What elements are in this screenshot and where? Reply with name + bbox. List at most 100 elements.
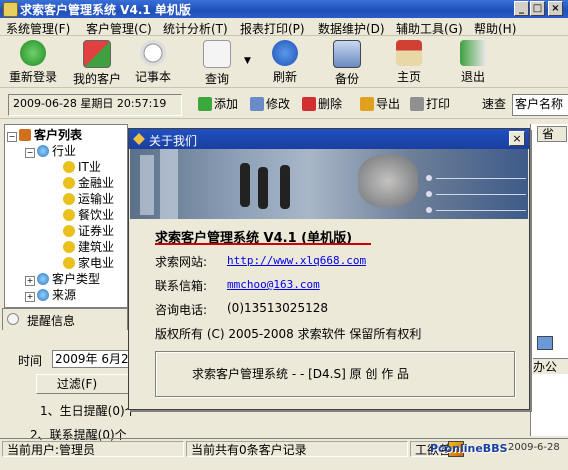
status-date-fragment: 2009-6-28 xyxy=(508,442,560,453)
bullet-icon xyxy=(426,207,432,213)
clock-icon xyxy=(7,313,19,325)
tree-item-construction[interactable]: 建筑业 xyxy=(63,239,114,255)
maximize-button[interactable]: □ xyxy=(530,1,545,16)
edit-icon xyxy=(250,97,264,111)
tree-item-finance[interactable]: 金融业 xyxy=(63,175,114,191)
filter-button[interactable]: 过滤(F) xyxy=(36,374,130,394)
add-button[interactable]: 添加 xyxy=(198,95,238,113)
tree-item-securities[interactable]: 证券业 xyxy=(63,223,114,239)
email-link[interactable]: mmchoo@163.com xyxy=(227,278,320,291)
tree-source[interactable]: + 来源 xyxy=(25,287,76,303)
banner-building xyxy=(160,149,178,219)
window-title: 求索客户管理系统 V4.1 单机版 xyxy=(20,3,191,17)
backup-label: 备份 xyxy=(334,72,359,86)
banner-line xyxy=(436,178,526,179)
phone-label: 咨询电话: xyxy=(155,303,208,317)
export-label: 导出 xyxy=(376,97,401,111)
copyright-text: 版权所有 (C) 2005-2008 求索软件 保留所有权利 xyxy=(155,327,422,341)
tree-customer-type-label: 客户类型 xyxy=(52,272,101,286)
query-label: 查询 xyxy=(204,72,229,86)
menu-report[interactable]: 报表打印(P) xyxy=(240,20,305,37)
expand-icon[interactable]: + xyxy=(25,276,35,286)
reminder-panel: 时间 2009年 6月28 过滤(F) 1、生日提醒(0)个 2、联系提醒(0)… xyxy=(2,330,137,442)
user-icon xyxy=(63,193,75,205)
dialog-close-button[interactable]: × xyxy=(509,131,525,146)
tree-item-label: 家电业 xyxy=(78,256,115,270)
refresh-icon xyxy=(272,40,298,66)
query-icon xyxy=(203,40,231,68)
website-link[interactable]: http://www.xlq668.com xyxy=(227,254,366,267)
minimize-button[interactable]: _ xyxy=(514,1,529,16)
my-customers-label: 我的客户 xyxy=(72,72,121,86)
delete-label: 删除 xyxy=(318,97,343,111)
notebook-label: 记事本 xyxy=(134,70,171,84)
edit-button[interactable]: 修改 xyxy=(250,95,290,113)
quick-search-select[interactable]: 客户名称 xyxy=(512,94,568,116)
reminder-tab[interactable]: 提醒信息 xyxy=(2,308,128,330)
menu-help[interactable]: 帮助(H) xyxy=(474,20,516,37)
user-icon xyxy=(63,161,75,173)
user-icon xyxy=(63,225,75,237)
status-user: 当前用户:管理员 xyxy=(2,441,184,457)
tree-item-label: IT业 xyxy=(78,160,101,174)
backup-icon xyxy=(333,40,361,68)
about-banner xyxy=(130,149,528,219)
backup-button[interactable]: 备份 xyxy=(320,38,374,86)
home-button[interactable]: 主页 xyxy=(382,38,436,86)
relogin-label: 重新登录 xyxy=(8,70,57,84)
home-label: 主页 xyxy=(396,70,421,84)
delete-button[interactable]: 删除 xyxy=(302,95,342,113)
my-customers-button[interactable]: 我的客户 xyxy=(70,38,124,86)
product-underline xyxy=(155,243,371,245)
close-button[interactable]: × xyxy=(548,1,563,16)
banner-hands xyxy=(358,155,418,207)
edit-label: 修改 xyxy=(266,97,291,111)
user-icon xyxy=(63,177,75,189)
collapse-icon[interactable]: − xyxy=(25,148,35,158)
refresh-button[interactable]: 刷新 xyxy=(258,38,312,86)
globe-icon xyxy=(37,289,49,301)
tree-customer-type[interactable]: + 客户类型 xyxy=(25,271,100,287)
menu-tools[interactable]: 辅助工具(G) xyxy=(396,20,463,37)
banner-figure xyxy=(280,165,290,209)
website-label: 求索网站: xyxy=(155,255,208,269)
export-button[interactable]: 导出 xyxy=(360,95,400,113)
birthday-reminder[interactable]: 1、生日提醒(0)个 xyxy=(40,402,137,419)
tree-industry[interactable]: − 行业 xyxy=(25,143,76,159)
print-button[interactable]: 打印 xyxy=(410,95,450,113)
expand-icon[interactable]: + xyxy=(25,292,35,302)
tree-item-transport[interactable]: 运输业 xyxy=(63,191,114,207)
tree-item-appliance[interactable]: 家电业 xyxy=(63,255,114,271)
query-dropdown-icon[interactable]: ▼ xyxy=(244,56,251,66)
tree-root[interactable]: − 客户列表 xyxy=(7,127,82,143)
reminder-tab-label: 提醒信息 xyxy=(27,314,76,328)
notebook-button[interactable]: 记事本 xyxy=(126,38,180,86)
query-button[interactable]: 查询 xyxy=(190,38,244,86)
user-icon xyxy=(63,257,75,269)
menu-bar: 系统管理(F) 客户管理(C) 统计分析(T) 报表打印(P) 数据维护(D) … xyxy=(0,18,568,36)
product-frame: 求索客户管理系统 - - [D4.S] 原 创 作 品 xyxy=(155,351,515,397)
relogin-button[interactable]: 重新登录 xyxy=(6,38,60,86)
exit-button[interactable]: 退出 xyxy=(446,38,500,86)
home-icon xyxy=(396,40,422,66)
menu-customer[interactable]: 客户管理(C) xyxy=(86,20,152,37)
tree-item-catering[interactable]: 餐饮业 xyxy=(63,207,114,223)
tree-item-label: 运输业 xyxy=(78,192,115,206)
reminder-time-label: 时间 xyxy=(18,354,43,368)
my-customers-icon xyxy=(83,40,111,68)
status-records: 当前共有0条客户记录 xyxy=(186,441,408,457)
menu-statistics[interactable]: 统计分析(T) xyxy=(163,20,228,37)
menu-system[interactable]: 系统管理(F) xyxy=(6,20,70,37)
tree-item-label: 金融业 xyxy=(78,176,115,190)
user-icon xyxy=(63,209,75,221)
exit-label: 退出 xyxy=(460,70,485,84)
tree-industry-label: 行业 xyxy=(52,144,77,158)
reminder-date-picker[interactable]: 2009年 6月28 xyxy=(52,350,130,368)
tree-root-label: 客户列表 xyxy=(34,128,83,142)
collapse-icon[interactable]: − xyxy=(7,132,17,142)
print-icon xyxy=(410,97,424,111)
tree-item-it[interactable]: IT业 xyxy=(63,159,101,175)
banner-line xyxy=(436,194,526,195)
menu-data[interactable]: 数据维护(D) xyxy=(318,20,385,37)
main-toolbar: 重新登录 我的客户 记事本 查询 ▼ 刷新 备份 主页 退出 xyxy=(0,36,568,88)
